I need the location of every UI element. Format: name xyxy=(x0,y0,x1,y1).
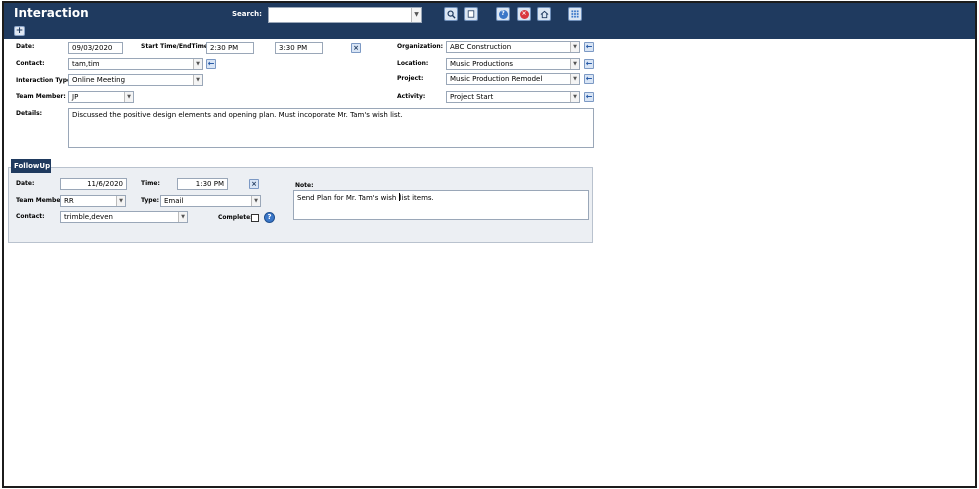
goto-location-button[interactable]: ← xyxy=(584,59,594,69)
followup-contact-combo[interactable]: trimble,deven ▼ xyxy=(60,211,188,223)
details-textarea[interactable]: Discussed the positive design elements a… xyxy=(68,108,594,148)
end-time-field[interactable]: 3:30 PM xyxy=(275,42,323,54)
chevron-down-icon[interactable]: ▼ xyxy=(193,59,202,69)
interaction-type-value: Online Meeting xyxy=(72,76,126,84)
goto-activity-button[interactable]: ← xyxy=(584,92,594,102)
activity-label: Activity: xyxy=(397,93,426,100)
add-record-button[interactable]: + xyxy=(14,26,25,36)
organization-label: Organization: xyxy=(397,43,443,50)
date-field[interactable]: 09/03/2020 xyxy=(68,42,123,54)
contact-combo[interactable]: tam,tim ▼ xyxy=(68,58,203,70)
arrow-left-icon: ← xyxy=(585,59,593,68)
chevron-down-icon[interactable]: ▼ xyxy=(570,74,579,84)
complete-label: Complete: xyxy=(218,214,253,221)
location-combo[interactable]: Music Productions ▼ xyxy=(446,58,580,70)
goto-organization-button[interactable]: ← xyxy=(584,42,594,52)
chevron-down-icon[interactable]: ▼ xyxy=(570,42,579,52)
chevron-down-icon[interactable]: ▼ xyxy=(124,92,133,102)
search-combo[interactable]: ▼ xyxy=(268,7,422,23)
followup-tab: FollowUp xyxy=(11,159,51,173)
complete-checkbox[interactable] xyxy=(251,214,259,222)
followup-type-label: Type: xyxy=(141,197,160,204)
chevron-down-icon[interactable]: ▼ xyxy=(570,59,579,69)
arrow-left-icon: ← xyxy=(585,92,593,101)
arrow-left-icon: ← xyxy=(585,74,593,83)
followup-team-member-label: Team Member: xyxy=(16,197,66,204)
help-icon: ? xyxy=(267,213,272,221)
goto-project-button[interactable]: ← xyxy=(584,74,594,84)
arrow-left-icon: ← xyxy=(207,59,215,68)
clear-x-icon: × xyxy=(353,44,359,52)
followup-team-member-value: RR xyxy=(64,197,74,205)
interaction-window: Interaction + Search: ▼ ? × Date: 09/03/… xyxy=(2,1,977,488)
location-value: Music Productions xyxy=(450,60,514,68)
home-button[interactable] xyxy=(537,7,551,21)
note-text-after-cursor: list items. xyxy=(399,194,434,202)
followup-team-member-combo[interactable]: RR ▼ xyxy=(60,195,126,207)
form-icon xyxy=(467,10,475,18)
chevron-down-icon[interactable]: ▼ xyxy=(193,75,202,85)
chevron-down-icon[interactable]: ▼ xyxy=(411,8,421,22)
followup-type-combo[interactable]: Email ▼ xyxy=(160,195,261,207)
menu-button[interactable] xyxy=(568,7,582,21)
header-bar: Interaction + Search: ▼ ? × xyxy=(4,3,975,39)
search-icon xyxy=(446,9,456,19)
interaction-type-combo[interactable]: Online Meeting ▼ xyxy=(68,74,203,86)
start-time-field[interactable]: 2:30 PM xyxy=(206,42,254,54)
interaction-type-label: Interaction Type: xyxy=(16,77,74,84)
team-member-label: Team Member: xyxy=(16,93,66,100)
details-label: Details: xyxy=(16,110,43,117)
time-label: Start Time/EndTime: xyxy=(141,43,211,50)
search-label: Search: xyxy=(232,10,262,18)
activity-combo[interactable]: Project Start ▼ xyxy=(446,91,580,103)
organization-value: ABC Construction xyxy=(450,43,512,51)
project-value: Music Production Remodel xyxy=(450,75,543,83)
form-button[interactable] xyxy=(464,7,478,21)
plus-icon: + xyxy=(15,26,24,36)
followup-time-label: Time: xyxy=(141,180,160,187)
close-button[interactable]: × xyxy=(517,7,531,21)
search-button[interactable] xyxy=(444,7,458,21)
clear-followup-time-button[interactable]: × xyxy=(249,179,259,189)
goto-contact-button[interactable]: ← xyxy=(206,59,216,69)
help-icon: ? xyxy=(498,9,508,19)
activity-value: Project Start xyxy=(450,93,494,101)
followup-contact-label: Contact: xyxy=(16,213,45,220)
note-textarea[interactable]: Send Plan for Mr. Tam's wish list items. xyxy=(293,190,589,220)
note-label: Note: xyxy=(295,182,314,189)
project-label: Project: xyxy=(397,75,424,82)
note-text-before-cursor: Send Plan for Mr. Tam's wish xyxy=(297,194,399,202)
chevron-down-icon[interactable]: ▼ xyxy=(178,212,187,222)
arrow-left-icon: ← xyxy=(585,42,593,51)
contact-value: tam,tim xyxy=(72,60,100,68)
page-title: Interaction xyxy=(14,6,89,20)
organization-combo[interactable]: ABC Construction ▼ xyxy=(446,41,580,53)
followup-contact-value: trimble,deven xyxy=(64,213,113,221)
team-member-value: JP xyxy=(72,93,79,101)
chevron-down-icon[interactable]: ▼ xyxy=(251,196,260,206)
clear-x-icon: × xyxy=(251,180,257,188)
complete-help-button[interactable]: ? xyxy=(264,212,275,223)
team-member-combo[interactable]: JP ▼ xyxy=(68,91,134,103)
followup-type-value: Email xyxy=(164,197,184,205)
help-button[interactable]: ? xyxy=(496,7,510,21)
date-label: Date: xyxy=(16,43,35,50)
followup-time-field[interactable]: 1:30 PM xyxy=(177,178,228,190)
grid-menu-icon xyxy=(571,10,579,18)
home-icon xyxy=(540,10,548,18)
followup-date-field[interactable]: 11/6/2020 xyxy=(60,178,127,190)
project-combo[interactable]: Music Production Remodel ▼ xyxy=(446,73,580,85)
chevron-down-icon[interactable]: ▼ xyxy=(570,92,579,102)
clear-time-button[interactable]: × xyxy=(351,43,361,53)
close-icon: × xyxy=(519,9,529,19)
chevron-down-icon[interactable]: ▼ xyxy=(116,196,125,206)
location-label: Location: xyxy=(397,60,429,67)
contact-label: Contact: xyxy=(16,60,45,67)
followup-date-label: Date: xyxy=(16,180,35,187)
